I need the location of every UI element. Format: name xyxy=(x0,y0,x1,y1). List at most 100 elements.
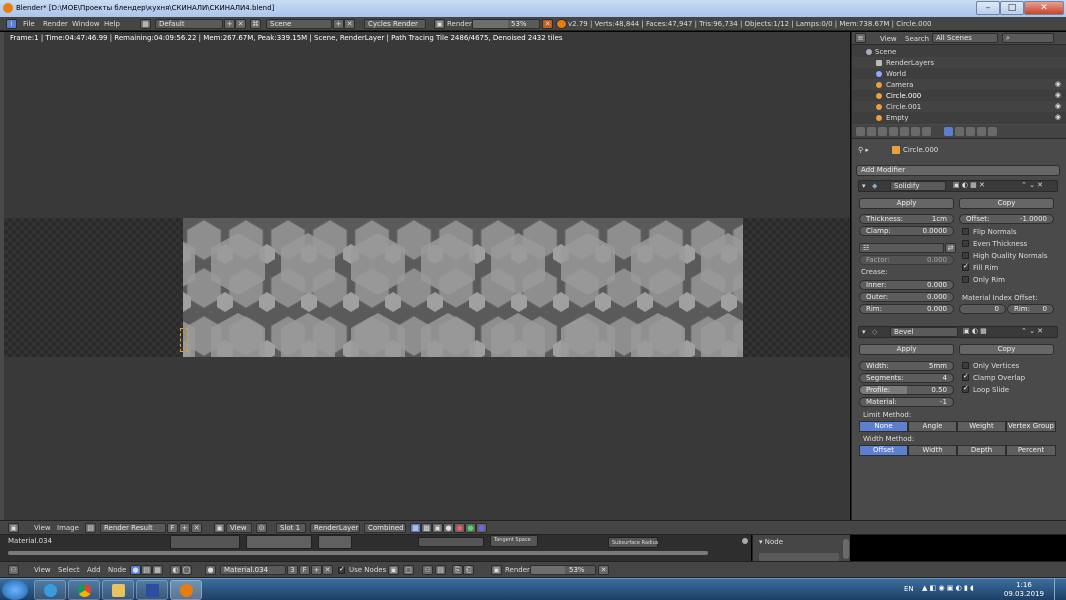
display-zbuffer-icon[interactable]: ▣ xyxy=(432,523,443,533)
image-browse-icon[interactable]: ▤ xyxy=(85,523,96,533)
add-material-icon[interactable]: + xyxy=(311,565,322,575)
solidify-copy-button[interactable]: Copy xyxy=(959,198,1054,209)
node-view-menu[interactable]: View xyxy=(34,566,51,574)
render-pass-select[interactable]: Combined xyxy=(364,523,406,533)
collapse-icon[interactable]: ▾ xyxy=(862,328,866,336)
node-name-field[interactable] xyxy=(759,553,839,561)
channel-g-icon[interactable]: ● xyxy=(465,523,476,533)
node-arrange-icon[interactable]: ▤ xyxy=(435,565,446,575)
menu-file[interactable]: File xyxy=(23,20,35,28)
render-layer-select[interactable]: RenderLayer xyxy=(310,523,360,533)
close-icon[interactable]: ✕ xyxy=(1024,1,1064,15)
solidify-apply-button[interactable]: Apply xyxy=(859,198,954,209)
maximize-icon[interactable]: □ xyxy=(1000,1,1024,15)
outliner-row-world[interactable]: World xyxy=(852,68,1066,79)
modifier-move-icons[interactable]: ⌃ ⌄ ✕ xyxy=(1021,181,1043,189)
unlink-material-icon[interactable]: ✕ xyxy=(322,565,333,575)
visibility-eye-icon[interactable]: ◉ xyxy=(1055,91,1061,99)
bevel-width-field[interactable]: Width: 5mm xyxy=(859,361,954,371)
node-editor-icon[interactable]: ⚇ xyxy=(8,565,19,575)
fake-user-button[interactable]: F xyxy=(167,523,178,533)
node-material-field[interactable]: Material.034 xyxy=(220,565,286,575)
node[interactable] xyxy=(418,537,484,547)
width-method-width[interactable]: Width xyxy=(908,445,957,456)
view-mode-select[interactable]: View xyxy=(226,523,252,533)
material-offset-field[interactable]: 0 xyxy=(959,304,1006,314)
backdrop-icon[interactable]: ▣ xyxy=(388,565,399,575)
high-quality-normals-checkbox[interactable] xyxy=(962,252,969,259)
snap-icon[interactable]: ▢ xyxy=(403,565,414,575)
thickness-field[interactable]: Thickness: 1cm xyxy=(859,214,954,224)
menu-help[interactable]: Help xyxy=(104,20,120,28)
vertex-group-field[interactable]: ☷ xyxy=(859,243,944,253)
show-desktop-button[interactable] xyxy=(1054,579,1066,600)
limit-method-weight[interactable]: Weight xyxy=(957,421,1006,432)
scene-icon[interactable]: ⌘ xyxy=(250,19,261,29)
tab-object-icon[interactable] xyxy=(900,127,909,136)
channel-b-icon[interactable]: ● xyxy=(476,523,487,533)
unlink-image-icon[interactable]: ✕ xyxy=(191,523,202,533)
tab-constraints-icon[interactable] xyxy=(911,127,920,136)
save-app-icon[interactable] xyxy=(136,580,168,600)
node-select-menu[interactable]: Select xyxy=(58,566,80,574)
world-shader-icon[interactable]: ◯ xyxy=(181,565,192,575)
tab-render-icon[interactable] xyxy=(856,127,865,136)
blender-taskbar-icon[interactable] xyxy=(170,580,202,600)
outliner-row-renderlayers[interactable]: RenderLayers xyxy=(852,57,1066,68)
node-horizontal-scrollbar[interactable] xyxy=(8,551,708,555)
cancel-render-icon[interactable]: ✕ xyxy=(542,19,553,29)
explorer-icon[interactable] xyxy=(102,580,134,600)
outliner-row-camera[interactable]: Camera ◉ xyxy=(852,79,1066,90)
bevel-modifier-header[interactable]: ▾ ◇ Bevel ▣ ◐ ▦ ⌃ ⌄ ✕ xyxy=(858,326,1058,338)
node[interactable] xyxy=(170,535,240,549)
editor-type-info-icon[interactable]: i xyxy=(6,19,17,29)
outliner-row-empty[interactable]: Empty ◉ xyxy=(852,112,1066,123)
texture-nodes-icon[interactable]: ▦ xyxy=(152,565,163,575)
outliner-search-input[interactable]: ⌕ xyxy=(1002,33,1054,43)
outliner-view-menu[interactable]: View xyxy=(880,35,897,43)
paste-nodes-icon[interactable]: ⎗ xyxy=(463,565,474,575)
solidify-name-field[interactable]: Solidify xyxy=(890,181,946,191)
material-offset-rim-field[interactable]: Rim: 0 xyxy=(1007,304,1054,314)
bevel-segments-field[interactable]: Segments: 4 xyxy=(859,373,954,383)
solidify-modifier-header[interactable]: ▾ ◆ Solidify ▣ ◐ ▦ ✕ ⌃ ⌄ ✕ xyxy=(858,180,1058,192)
node-subsurface-radius[interactable]: Subsurface Radius xyxy=(608,537,658,548)
node-sidebar-scrollbar[interactable] xyxy=(843,539,849,559)
menu-render[interactable]: Render xyxy=(43,20,68,28)
node-tangent-space[interactable]: Tangent Space xyxy=(490,535,538,547)
flip-normals-checkbox[interactable] xyxy=(962,228,969,235)
image-view-menu[interactable]: View xyxy=(34,524,51,532)
language-indicator[interactable]: EN xyxy=(904,585,914,593)
bevel-copy-button[interactable]: Copy xyxy=(959,344,1054,355)
tab-texture-icon[interactable] xyxy=(966,127,975,136)
outliner-row-circle001[interactable]: Circle.001 ◉ xyxy=(852,101,1066,112)
material-users-count[interactable]: 3 xyxy=(287,565,298,575)
material-fake-user-button[interactable]: F xyxy=(299,565,310,575)
outliner-scope-select[interactable]: All Scenes xyxy=(932,33,998,43)
crease-inner-field[interactable]: Inner: 0.000 xyxy=(859,280,954,290)
image-editor-icon[interactable]: ▣ xyxy=(8,523,19,533)
outliner-row-circle000[interactable]: Circle.000 ◉ xyxy=(852,90,1066,101)
render-engine-select[interactable]: Cycles Render xyxy=(364,19,426,29)
use-nodes-checkbox[interactable] xyxy=(338,565,345,574)
cancel-render-icon[interactable]: ✕ xyxy=(598,565,609,575)
visibility-eye-icon[interactable]: ◉ xyxy=(1055,80,1061,88)
screen-layout-field[interactable]: Default xyxy=(155,19,223,29)
invert-vgroup-icon[interactable]: ⇄ xyxy=(945,243,956,253)
channel-red-icon[interactable]: ● xyxy=(443,523,454,533)
tab-physics-icon[interactable] xyxy=(988,127,997,136)
even-thickness-checkbox[interactable] xyxy=(962,240,969,247)
width-method-percent[interactable]: Percent xyxy=(1006,445,1056,456)
render-viewport[interactable]: Frame:1 | Time:04:47:46.99 | Remaining:0… xyxy=(4,32,850,520)
collapse-icon[interactable]: ▾ xyxy=(862,182,866,190)
limit-method-none[interactable]: None xyxy=(859,421,908,432)
start-button[interactable] xyxy=(2,580,28,600)
image-image-menu[interactable]: Image xyxy=(57,524,79,532)
add-layout-icon[interactable]: + xyxy=(224,19,235,29)
visibility-eye-icon[interactable]: ◉ xyxy=(1055,102,1061,110)
outliner-editor-icon[interactable]: ≡ xyxy=(855,33,866,43)
tab-material-icon[interactable] xyxy=(955,127,964,136)
tab-modifiers-icon[interactable] xyxy=(944,127,953,136)
node[interactable] xyxy=(246,535,312,549)
copy-nodes-icon[interactable]: ⎘ xyxy=(452,565,463,575)
